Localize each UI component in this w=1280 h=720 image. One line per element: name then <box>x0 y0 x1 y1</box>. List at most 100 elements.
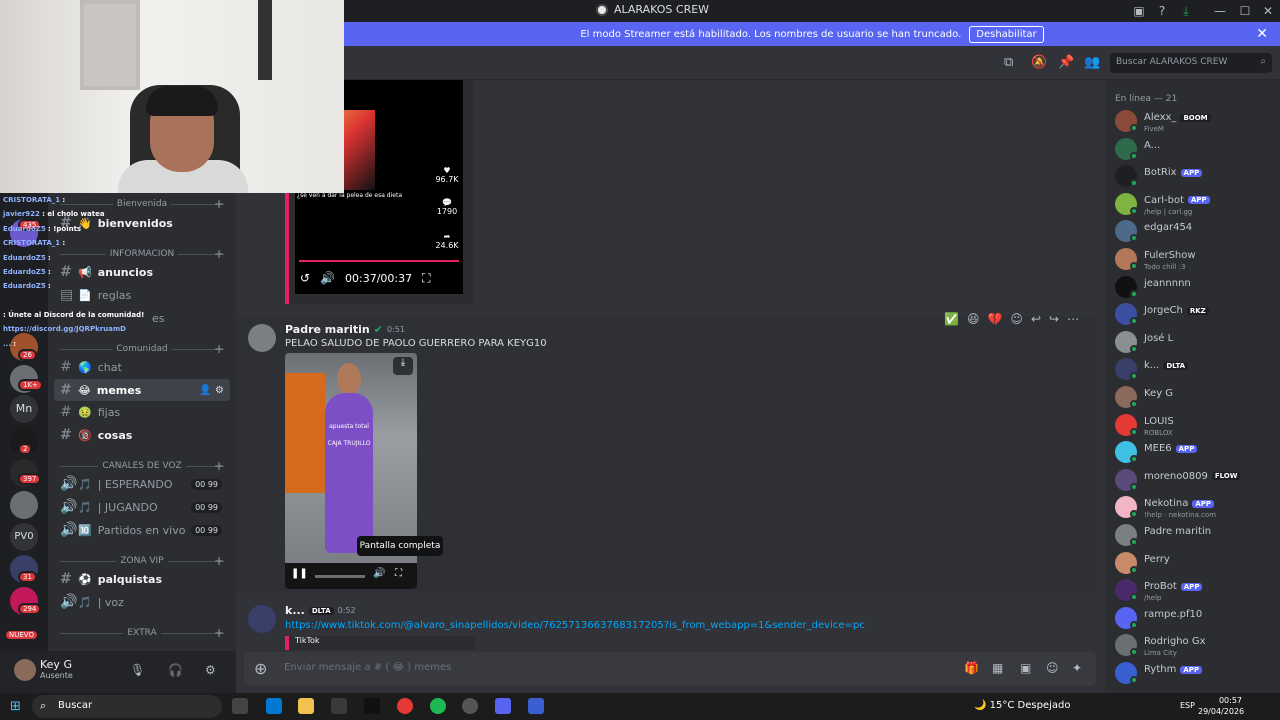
volume-icon[interactable]: 🔊 <box>373 568 385 579</box>
notifications-muted-icon[interactable]: 🔕 <box>1031 55 1047 70</box>
check-reaction-icon[interactable]: ✅ <box>944 312 959 326</box>
member-item[interactable]: Carl-bot APP/help | carl.gg <box>1115 191 1275 219</box>
disable-streamer-button[interactable]: Deshabilitar <box>969 25 1044 43</box>
task-view-icon[interactable] <box>232 698 248 714</box>
file-explorer-icon[interactable] <box>298 698 314 714</box>
app-icon[interactable] <box>528 698 544 714</box>
avatar[interactable] <box>248 324 276 352</box>
voice-channel-voz[interactable]: 🔊 🎵 | voz <box>54 591 230 613</box>
member-item[interactable]: edgar454 <box>1115 218 1275 246</box>
voice-channel-partidos[interactable]: 🔊 🔟 Partidos en vivo 00 99 <box>54 519 230 541</box>
add-channel-icon[interactable]: + <box>214 554 224 568</box>
add-channel-icon[interactable]: + <box>214 459 224 473</box>
progress-bar[interactable] <box>299 260 459 262</box>
member-item[interactable]: Key G <box>1115 384 1275 412</box>
store-icon[interactable] <box>331 698 347 714</box>
members-icon[interactable]: 👥 <box>1084 55 1100 70</box>
add-attachment-icon[interactable]: ⊕ <box>254 659 267 678</box>
share-icon[interactable]: ➦ <box>444 232 451 241</box>
spotify-icon[interactable] <box>430 698 446 714</box>
gear-icon[interactable]: ⚙ <box>205 663 216 677</box>
emoji-icon[interactable]: ☺ <box>1046 661 1059 675</box>
download-icon[interactable]: ⤓ <box>1178 3 1194 19</box>
member-item[interactable]: Nekotina APP !help · nekotina.com <box>1115 494 1275 522</box>
message-composer[interactable]: ⊕ Enviar mensaje a # ( 😂 ) memes 🎁 ▦ ▣ ☺… <box>244 652 1096 686</box>
member-item[interactable]: FulerShow Todo chill :3 <box>1115 246 1275 274</box>
server-icon-active[interactable] <box>10 491 38 519</box>
member-item[interactable]: Rythm APP <box>1115 660 1275 688</box>
server-icon-pv0[interactable]: PV0 <box>10 523 38 551</box>
more-icon[interactable]: ⋯ <box>1067 312 1079 326</box>
category-extra[interactable]: EXTRA + <box>56 626 228 640</box>
inbox-icon[interactable]: ▣ <box>1131 3 1147 19</box>
gif-icon[interactable]: ▦ <box>992 661 1003 675</box>
microphone-icon[interactable]: 🎙 <box>130 663 145 677</box>
apps-icon[interactable]: ✦ <box>1072 661 1082 675</box>
member-item[interactable]: Padre maritin <box>1115 522 1275 550</box>
fullscreen-icon[interactable]: ⛶ <box>422 271 430 286</box>
weather[interactable]: 🌙 15°C Despejado <box>974 700 1070 711</box>
member-item[interactable]: k... DLTA <box>1115 356 1275 384</box>
forward-icon[interactable]: ↪ <box>1049 312 1059 326</box>
avatar[interactable] <box>14 659 36 681</box>
message-link[interactable]: https://www.tiktok.com/@alvaro_sinapelli… <box>285 620 865 631</box>
headphones-icon[interactable]: 🎧 <box>168 663 183 677</box>
close-icon[interactable]: ✕ <box>1256 26 1268 42</box>
channel-fijas[interactable]: # 🤢 fijas <box>54 401 230 423</box>
outlook-icon[interactable] <box>266 698 282 714</box>
server-icon-mn[interactable]: Mn <box>10 395 38 423</box>
comment-icon[interactable]: 💬 <box>442 198 452 207</box>
discord-icon[interactable] <box>495 698 511 714</box>
member-item[interactable]: ProBot APP/help <box>1115 577 1275 605</box>
add-reaction-icon[interactable]: ☺ <box>1010 312 1023 326</box>
member-item[interactable]: JorgeCh RKZ <box>1115 301 1275 329</box>
grin-reaction-icon[interactable]: 😆 <box>967 312 980 326</box>
member-item[interactable]: Perry <box>1115 550 1275 578</box>
message-author[interactable]: Padre maritin ✔ 0:51 <box>285 323 405 336</box>
category-comunidad[interactable]: Comunidad + <box>56 342 228 356</box>
taskbar-search[interactable]: ⌕ Buscar <box>32 695 222 718</box>
channel-memes[interactable]: # 😂 memes 👤 ⚙ <box>54 379 230 401</box>
voice-channel-esperando[interactable]: 🔊 🎵 | ESPERANDO 00 99 <box>54 473 230 495</box>
member-item[interactable]: BotRix APP <box>1115 163 1275 191</box>
member-item[interactable]: LOUIS ROBLOX <box>1115 412 1275 440</box>
heart-reaction-icon[interactable]: 💔 <box>987 312 1002 326</box>
tiktok-icon[interactable] <box>364 698 380 714</box>
new-badge[interactable]: NUEVO <box>4 629 39 641</box>
search-input[interactable]: Buscar ALARAKOS CREW ⌕ <box>1110 53 1272 73</box>
minimize-button[interactable]: — <box>1212 3 1228 19</box>
member-item[interactable]: jeannnnn <box>1115 274 1275 302</box>
help-icon[interactable]: ? <box>1154 3 1170 19</box>
language-indicator[interactable]: ESP <box>1180 701 1195 710</box>
voice-channel-jugando[interactable]: 🔊 🎵 | JUGANDO 00 99 <box>54 496 230 518</box>
member-item[interactable]: Alexx_ BOOM FiveM <box>1115 108 1275 136</box>
add-channel-icon[interactable]: + <box>214 342 224 356</box>
channel-palquistas[interactable]: # ⚽ palquistas <box>54 568 230 590</box>
add-channel-icon[interactable]: + <box>214 626 224 640</box>
member-item[interactable]: José L <box>1115 329 1275 357</box>
pin-icon[interactable]: 📌 <box>1058 55 1074 70</box>
channel-settings-icon[interactable]: 👤 ⚙ <box>199 385 224 396</box>
chrome-icon[interactable] <box>397 698 413 714</box>
seek-bar[interactable] <box>315 575 365 578</box>
member-item[interactable]: A... <box>1115 136 1275 164</box>
heart-icon[interactable]: ♥ <box>443 166 450 175</box>
gift-icon[interactable]: 🎁 <box>964 661 979 675</box>
member-item[interactable]: rampe.pf10 <box>1115 605 1275 633</box>
sticker-icon[interactable]: ▣ <box>1020 661 1031 675</box>
volume-icon[interactable]: 🔊 <box>320 271 335 285</box>
add-channel-icon[interactable]: + <box>214 197 224 211</box>
avatar[interactable] <box>248 605 276 633</box>
channel-cosas[interactable]: # 🔞 cosas <box>54 424 230 446</box>
pause-icon[interactable]: ❚❚ <box>291 568 308 579</box>
message-author[interactable]: k... DLTA 0:52 <box>285 604 356 617</box>
threads-icon[interactable]: ⧉ <box>1004 55 1013 70</box>
clock[interactable]: 00:57 29/04/2026 <box>1198 695 1244 717</box>
add-channel-icon[interactable]: + <box>214 247 224 261</box>
member-item[interactable]: Rodrigho Gx Lima City <box>1115 632 1275 660</box>
channel-chat[interactable]: # 🌎 chat <box>54 356 230 378</box>
maximize-button[interactable]: ☐ <box>1237 3 1253 19</box>
category-voz[interactable]: CANALES DE VOZ + <box>56 459 228 473</box>
close-window-button[interactable]: ✕ <box>1260 3 1276 19</box>
replay-icon[interactable]: ↺ <box>300 271 310 285</box>
